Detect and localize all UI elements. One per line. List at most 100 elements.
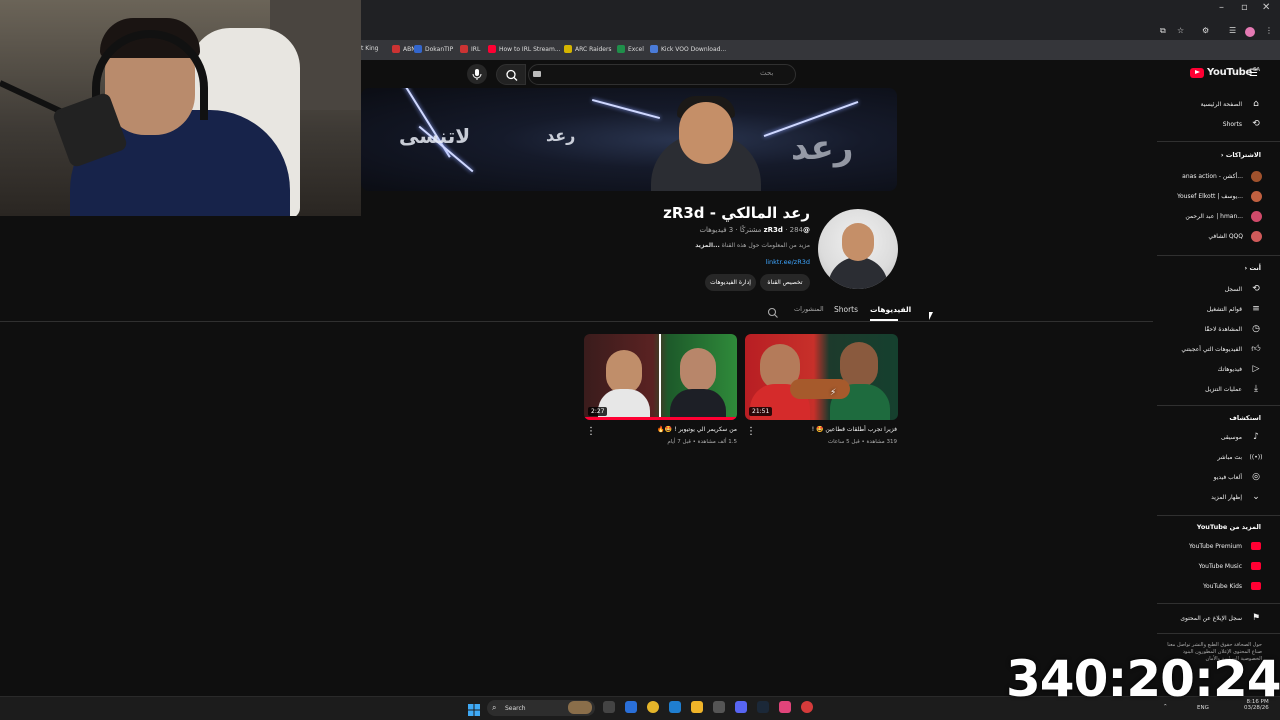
star-icon[interactable]: ☆ [1177, 26, 1184, 35]
task-view-icon[interactable] [603, 701, 615, 713]
bookmark-item[interactable]: How to IRL Stream... [488, 45, 561, 53]
sidebar-item-download[interactable]: عمليات التنزيل ⤓ [1160, 380, 1262, 398]
sidebar-divider [1157, 405, 1280, 406]
you-heading[interactable]: أنت ‹ [1244, 264, 1261, 272]
sidebar-item-playlist[interactable]: قوائم التشغيل ≡ [1160, 300, 1262, 318]
video-menu-icon[interactable]: ⋮ [586, 426, 596, 437]
bookmark-label: DokanTIP [425, 45, 454, 53]
sidebar-item-gaming[interactable]: ألعاب فيديو ◎ [1160, 468, 1262, 486]
video-duration: 2:27 [588, 407, 608, 416]
sidebar-item-label: YouTube Kids [1203, 582, 1242, 590]
sidebar-item-label: موسيقى [1220, 433, 1242, 441]
tab-posts[interactable]: المنشورات [794, 305, 824, 313]
steam-icon[interactable] [757, 701, 769, 713]
sidebar-item-live[interactable]: بث مباشر ((•)) [1160, 448, 1262, 466]
subscriptions-heading[interactable]: الاشتراكات ‹ [1221, 151, 1261, 159]
description-text: مزيد من المعلومات حول هذه القناة [721, 242, 810, 249]
search-icon: ⌕ [492, 703, 497, 712]
voice-search-button[interactable] [467, 64, 487, 84]
bookmark-item[interactable]: Excel [617, 45, 644, 53]
app-icon[interactable] [713, 701, 725, 713]
video-title[interactable]: فزيرا تجرب أطلقات قطاعين 🤩 ! [812, 426, 897, 433]
guide-menu-icon[interactable]: ☰ [1249, 68, 1259, 79]
channel-description[interactable]: مزيد من المعلومات حول هذه القناة ...المز… [695, 242, 810, 249]
channel-search-icon[interactable] [767, 304, 779, 318]
you-title: أنت [1249, 264, 1261, 272]
app-icon[interactable] [669, 701, 681, 713]
bookmark-label: t King [361, 45, 379, 52]
app-icon[interactable] [801, 701, 813, 713]
sidebar-item-your-videos[interactable]: فيديوهاتك ▷ [1160, 360, 1262, 378]
sidebar-subscription[interactable]: Yousef Elkott | يوسف... [1160, 187, 1262, 205]
logo-text: YouTube [1207, 67, 1252, 78]
subscription-name: الشافي QQQ [1208, 232, 1243, 240]
more-link[interactable]: ...المزيد [695, 242, 720, 249]
chrome-icon[interactable] [647, 701, 659, 713]
minimize-icon[interactable]: – [1219, 2, 1224, 13]
sidebar-divider [1157, 603, 1280, 604]
bookmark-label: ARC Raiders [575, 45, 612, 53]
channel-link[interactable]: linktr.ee/zR3d [765, 258, 810, 266]
search-input[interactable] [528, 64, 796, 85]
extension-icon[interactable]: ⧉ [1160, 26, 1166, 36]
sidebar-subscription[interactable]: anas action - أكشن... [1160, 167, 1262, 185]
bookmark-label: IRL [471, 45, 481, 53]
sidebar-item-youtube-app[interactable]: YouTube Kids [1160, 577, 1262, 595]
profile-avatar[interactable] [1245, 27, 1255, 37]
channel-avatar[interactable] [818, 209, 898, 289]
sidebar-item-label: سجل الإبلاغ عن المحتوى [1180, 614, 1242, 622]
sidebar-item-youtube-app[interactable]: YouTube Premium [1160, 537, 1262, 555]
bookmark-favicon-icon [564, 45, 572, 53]
windows-start-icon[interactable] [468, 701, 480, 716]
sidebar-item-clock[interactable]: المشاهدة لاحقًا ◷ [1160, 320, 1262, 338]
puzzle-icon[interactable]: ⚙ [1202, 26, 1209, 35]
bookmark-item[interactable]: Kick VOO Download... [650, 45, 726, 53]
sidebar-item-report[interactable]: سجل الإبلاغ عن المحتوى ⚑ [1160, 609, 1262, 627]
sidebar-item-youtube-app[interactable]: YouTube Music [1160, 557, 1262, 575]
history-icon: ⟲ [1252, 284, 1260, 294]
tab-videos[interactable]: الفيديوهات [870, 305, 911, 314]
browser-tabstrip [361, 22, 1280, 40]
sidebar-item-shorts[interactable]: Shorts ⟲ [1160, 115, 1262, 133]
youtube-app-icon [1250, 560, 1262, 572]
sidebar-item-history[interactable]: السجل ⟲ [1160, 280, 1262, 298]
sidebar-item-chevron-down[interactable]: إظهار المزيد ⌄ [1160, 488, 1262, 506]
video-title[interactable]: من سكريمر الي يوتيوبر ! 🤩🔥 [657, 426, 737, 433]
subscription-name: Yousef Elkott | يوسف... [1177, 192, 1243, 200]
sidebar-subscription[interactable]: عبد الرحمن | hman... [1160, 207, 1262, 225]
shorts-icon: ⟲ [1252, 119, 1260, 129]
live-icon: ((•)) [1249, 453, 1263, 461]
search-button[interactable] [496, 64, 526, 85]
video-menu-icon[interactable]: ⋮ [746, 426, 756, 437]
bookmark-item[interactable]: DokanTIP [414, 45, 453, 53]
app-icon[interactable] [779, 701, 791, 713]
youtube-app-icon [1250, 580, 1262, 592]
keyboard-icon[interactable] [533, 71, 541, 77]
more-vert-icon[interactable]: ⋮ [1265, 26, 1273, 35]
discord-icon[interactable] [735, 701, 747, 713]
app-icon[interactable] [625, 701, 637, 713]
playlist-icon: ≡ [1252, 304, 1260, 314]
bookmark-item[interactable]: ABN [392, 45, 416, 53]
sidebar-subscription[interactable]: الشافي QQQ [1160, 227, 1262, 245]
sidebar-item-music[interactable]: موسيقى ♪ [1160, 428, 1262, 446]
customize-channel-button[interactable]: تخصيص القناة [760, 274, 810, 291]
sidebar-item-like[interactable]: الفيديوهات التي أعجبتني 👍︎ [1160, 340, 1262, 358]
file-explorer-icon[interactable] [691, 701, 703, 713]
bookmark-item[interactable]: IRL [460, 45, 480, 53]
manage-videos-button[interactable]: إدارة الفيديوهات [705, 274, 756, 291]
bookmark-item[interactable]: t King [361, 45, 378, 52]
menu-icon[interactable]: ☰ [1229, 26, 1236, 35]
subscriptions-title: الاشتراكات [1225, 151, 1261, 159]
sidebar-divider [1157, 255, 1280, 256]
video-thumbnail[interactable] [584, 334, 737, 420]
sidebar-item-home[interactable]: الصفحة الرئيسية ⌂ [1160, 95, 1262, 113]
bookmark-item[interactable]: ARC Raiders [564, 45, 612, 53]
gaming-icon: ◎ [1252, 472, 1260, 482]
sidebar-item-label: المشاهدة لاحقًا [1204, 325, 1242, 333]
close-icon[interactable]: ✕ [1262, 2, 1270, 13]
bookmark-label: How to IRL Stream... [499, 45, 561, 53]
tab-shorts[interactable]: Shorts [834, 305, 858, 314]
youtube-app-icon [1250, 540, 1262, 552]
maximize-icon[interactable]: ▫ [1241, 2, 1248, 13]
